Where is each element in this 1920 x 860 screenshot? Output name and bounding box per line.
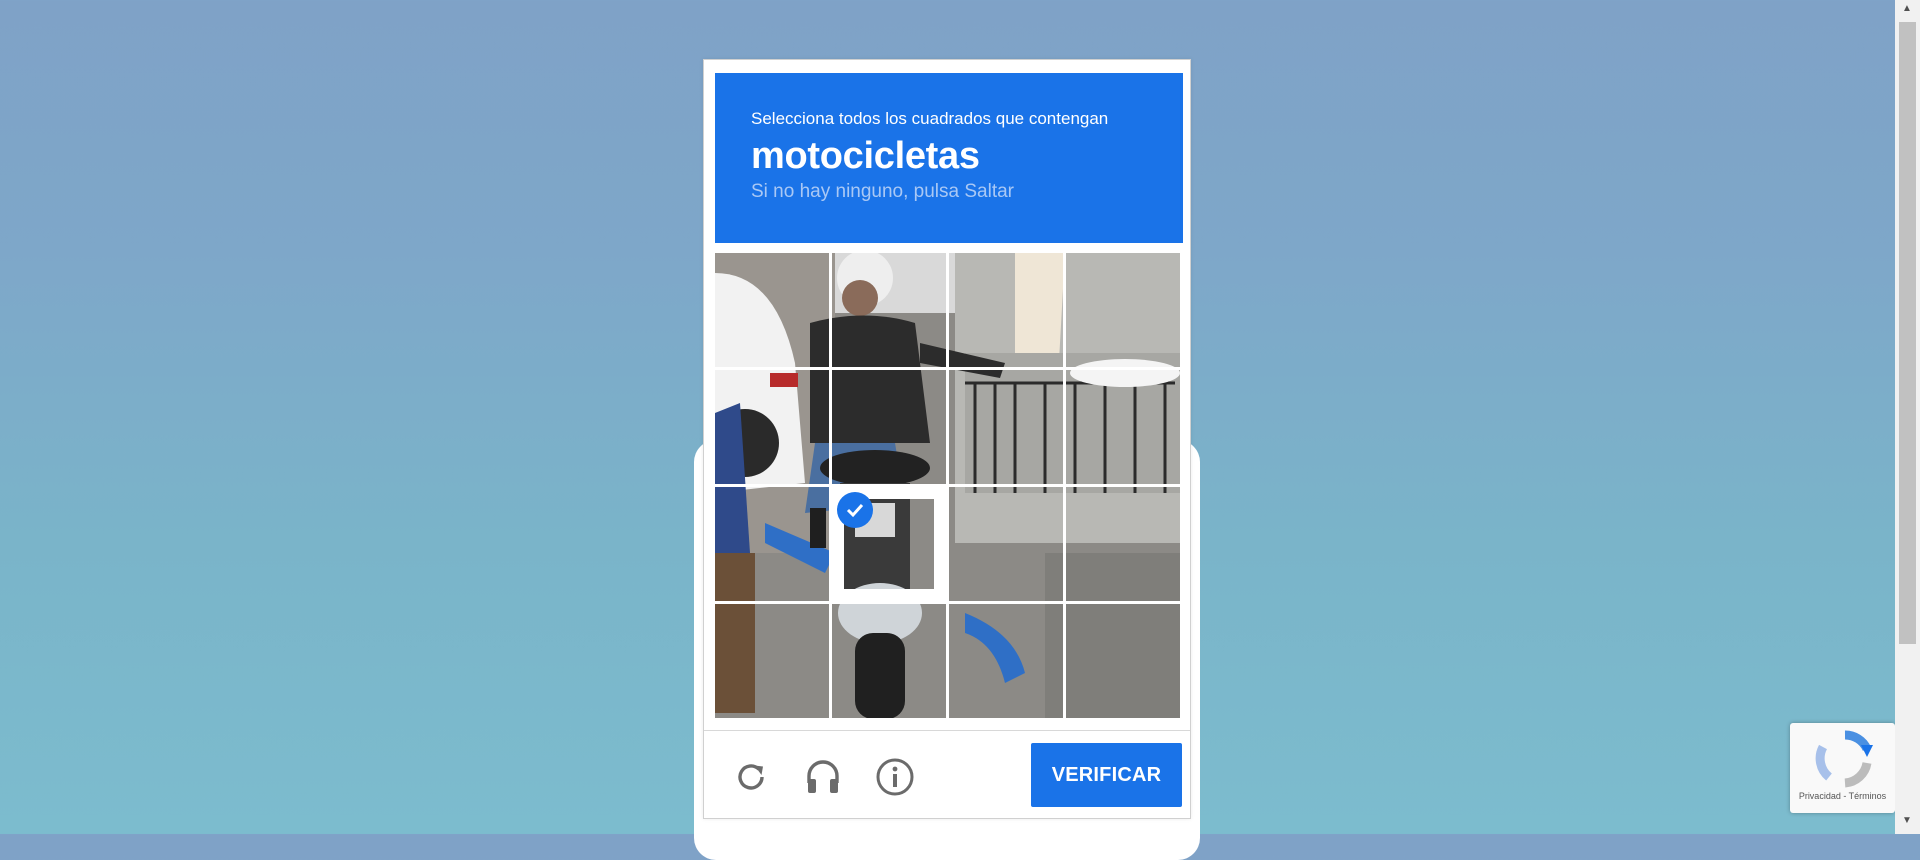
challenge-subtext: Si no hay ninguno, pulsa Saltar: [751, 181, 1015, 202]
challenge-header: Selecciona todos los cuadrados que conte…: [715, 73, 1183, 243]
grid-tile[interactable]: [715, 370, 829, 484]
grid-tile[interactable]: [832, 253, 946, 367]
footer-divider: [704, 730, 1190, 731]
grid-tile[interactable]: [1066, 253, 1180, 367]
page-scrollbar[interactable]: ▲ ▼: [1895, 0, 1920, 834]
checkmark-icon: [837, 492, 873, 528]
grid-tile[interactable]: [832, 604, 946, 718]
headphones-icon[interactable]: [801, 755, 845, 799]
grid-tile[interactable]: [1066, 370, 1180, 484]
recaptcha-links[interactable]: Privacidad - Términos: [1790, 791, 1895, 801]
grid-tile-selected[interactable]: [832, 487, 946, 601]
grid-tile[interactable]: [949, 604, 1063, 718]
grid-tile[interactable]: [949, 253, 1063, 367]
grid-tile[interactable]: [832, 370, 946, 484]
image-grid: [715, 253, 1181, 719]
challenge-instruction: Selecciona todos los cuadrados que conte…: [751, 109, 1109, 128]
scroll-thumb[interactable]: [1899, 22, 1916, 644]
recaptcha-badge[interactable]: Privacidad - Términos: [1790, 723, 1895, 813]
scroll-up-icon[interactable]: ▲: [1902, 4, 1912, 14]
grid-tile[interactable]: [1066, 487, 1180, 601]
verify-button[interactable]: VERIFICAR: [1031, 743, 1182, 807]
reload-icon[interactable]: [729, 755, 773, 799]
grid-tile[interactable]: [1066, 604, 1180, 718]
info-icon[interactable]: [873, 755, 917, 799]
grid-tile[interactable]: [715, 253, 829, 367]
recaptcha-logo-icon: [1815, 730, 1873, 788]
grid-tile[interactable]: [949, 487, 1063, 601]
challenge-keyword: motocicletas: [751, 135, 980, 177]
grid-tile[interactable]: [715, 604, 829, 718]
captcha-challenge: Selecciona todos los cuadrados que conte…: [703, 59, 1191, 819]
grid-tile[interactable]: [949, 370, 1063, 484]
scroll-down-icon[interactable]: ▼: [1902, 816, 1912, 826]
grid-tile[interactable]: [715, 487, 829, 601]
